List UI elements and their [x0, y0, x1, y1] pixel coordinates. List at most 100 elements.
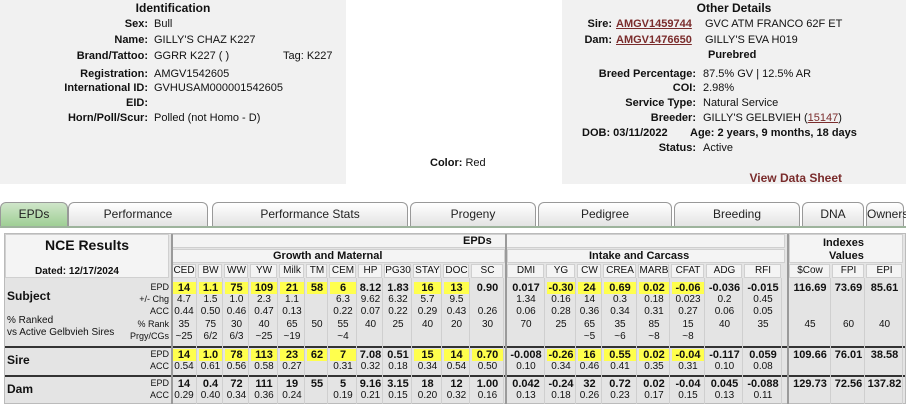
subject-rank-cell: 40 [718, 319, 731, 330]
tab-dna[interactable]: DNA [802, 202, 864, 226]
subject-epd-cell: 16 [414, 282, 441, 294]
subject-rank-cell: 65 [286, 319, 298, 330]
subject-chg-cell: 14 [583, 294, 596, 305]
sire-row-label: ACC [149, 361, 169, 371]
other-details-title: Other Details [696, 1, 772, 15]
row-separator [5, 346, 905, 348]
identification-panel: Identification Sex: Bull Name: GILLY'S CHAZ… [0, 0, 346, 184]
sire-name: GVC ATM FRANCO 62F ET [705, 18, 843, 30]
subject-acc-cell: 0.44 [174, 306, 194, 317]
column-divider [171, 234, 173, 404]
dam-epd-cell: 14 [177, 378, 191, 390]
subject-row-label: ACC [149, 306, 169, 316]
subject-acc-cell: 0.31 [644, 306, 664, 317]
dam-epd-cell: 18 [421, 378, 434, 390]
dam-epd-cell: 3.15 [387, 378, 409, 390]
dam-acc-cell: 0.11 [753, 390, 773, 401]
subject-acc-cell: 0.47 [254, 306, 274, 317]
subject-acc-cell: 0.29 [417, 306, 438, 317]
tab-performance[interactable]: Performance [68, 202, 208, 226]
subject-acc-cell: 0.13 [282, 306, 302, 317]
breeder-value: GILLY'S GELBVIEH ( [703, 112, 808, 124]
col-header: PG30 [385, 265, 411, 276]
subject-rank-cell: 35 [757, 319, 769, 330]
dam-epd-cell: 55 [310, 378, 324, 390]
column-divider [382, 278, 383, 404]
column-divider [222, 278, 223, 404]
tab-progeny[interactable]: Progeny [410, 202, 536, 226]
service-label: Service Type: [625, 97, 696, 109]
dam-acc-cell: 0.32 [446, 390, 467, 401]
sire-epd-cell: 109.66 [793, 349, 827, 361]
sire-epd-cell: -0.26 [547, 349, 575, 361]
tab-performance-stats[interactable]: Performance Stats [212, 202, 408, 226]
column-divider [575, 278, 576, 404]
subject-acc-cell: 0.46 [226, 306, 247, 317]
subject-acc-cell: 0.07 [360, 306, 381, 317]
subject-rank-cell: 85 [648, 319, 660, 330]
column-divider [669, 278, 670, 404]
sire-acc-cell: 0.08 [753, 361, 773, 372]
sire-epd-cell: 7 [330, 349, 356, 361]
subject-chg-cell: 0.18 [644, 294, 664, 305]
column-divider [248, 278, 249, 404]
dam-epd-cell: 5 [339, 378, 347, 390]
ident-label: Brand/Tattoo: [76, 50, 148, 62]
sire-acc-cell: 0.10 [516, 361, 536, 372]
tab-ownership[interactable]: Ownership [866, 202, 906, 226]
tab-breeding[interactable]: Breeding [674, 202, 800, 226]
sire-epd-cell: -0.117 [709, 349, 740, 361]
subject-epd-cell: 73.69 [834, 282, 863, 294]
sire-epd-cell: 0.02 [639, 349, 669, 361]
subject-rank-cell: 55 [337, 319, 349, 330]
sire-acc-cell: 0.41 [610, 361, 630, 372]
column-divider [781, 278, 782, 404]
sire-reg-link[interactable]: AMGV1459744 [616, 16, 692, 32]
tab-epds[interactable]: EPDs [0, 202, 68, 226]
sire-row-label: EPD [150, 349, 169, 359]
subject-rank-cell: 75 [204, 319, 217, 330]
subject-prgy-cell: ~8 [648, 331, 660, 342]
col-header: YW [255, 265, 273, 276]
tab-pedigree[interactable]: Pedigree [538, 202, 672, 226]
dam-reg-link[interactable]: AMGV1476650 [616, 32, 692, 48]
purebred-label: Purebred [708, 49, 757, 61]
subject-epd-cell: -0.036 [708, 282, 741, 294]
growth-header: Growth and Maternal [273, 250, 383, 262]
dam-epd-cell: 0.02 [643, 378, 665, 390]
subject-prgy-cell: ~25 [175, 331, 193, 342]
subject-epd-cell: 1.1 [199, 282, 222, 294]
subject-acc-cell: 0.27 [678, 306, 698, 317]
subject-acc-cell: 0.22 [333, 306, 353, 317]
subject-rank-cell: 60 [842, 319, 855, 330]
subject-epd-cell: 0.02 [639, 282, 669, 294]
dam-acc-cell: 0.40 [200, 390, 221, 401]
dam-acc-cell: 0.17 [644, 390, 664, 401]
breeder-link[interactable]: 15147 [808, 112, 839, 124]
subject-chg-cell: 6.3 [336, 294, 350, 305]
subject-rank-cell: 30 [481, 319, 494, 330]
subject-prgy-cell: ~5 [583, 331, 596, 342]
dam-acc-cell: 0.15 [388, 390, 408, 401]
subject-prgy-cell: ~8 [682, 331, 694, 342]
dam-epd-cell: -0.24 [548, 378, 574, 390]
subject-epd-cell: 85.61 [870, 282, 899, 294]
dam-acc-cell: 0.21 [360, 390, 381, 401]
sire-acc-cell: 0.46 [579, 361, 600, 372]
sire-epd-cell: 76.01 [834, 349, 863, 361]
column-divider [505, 234, 507, 404]
subject-acc-cell: 0.50 [200, 306, 221, 317]
subject-prgy-cell: ~6 [614, 331, 626, 342]
subject-prgy-cell: ~25 [255, 331, 273, 342]
sire-epd-cell: 62 [307, 349, 327, 361]
ranked-label: % Ranked [7, 315, 54, 326]
view-data-sheet-link[interactable]: View Data Sheet [750, 171, 842, 185]
subject-chg-cell: 9.62 [360, 294, 381, 305]
dam-acc-cell: 0.36 [254, 390, 274, 401]
subject-prgy-cell: 6/3 [229, 331, 244, 342]
col-header: CREA [606, 265, 634, 276]
subject-acc-cell: 0.06 [714, 306, 735, 317]
color-label: Color: [430, 157, 463, 169]
row-separator [5, 375, 905, 377]
age-value: Age: 2 years, 9 months, 18 days [690, 127, 857, 139]
